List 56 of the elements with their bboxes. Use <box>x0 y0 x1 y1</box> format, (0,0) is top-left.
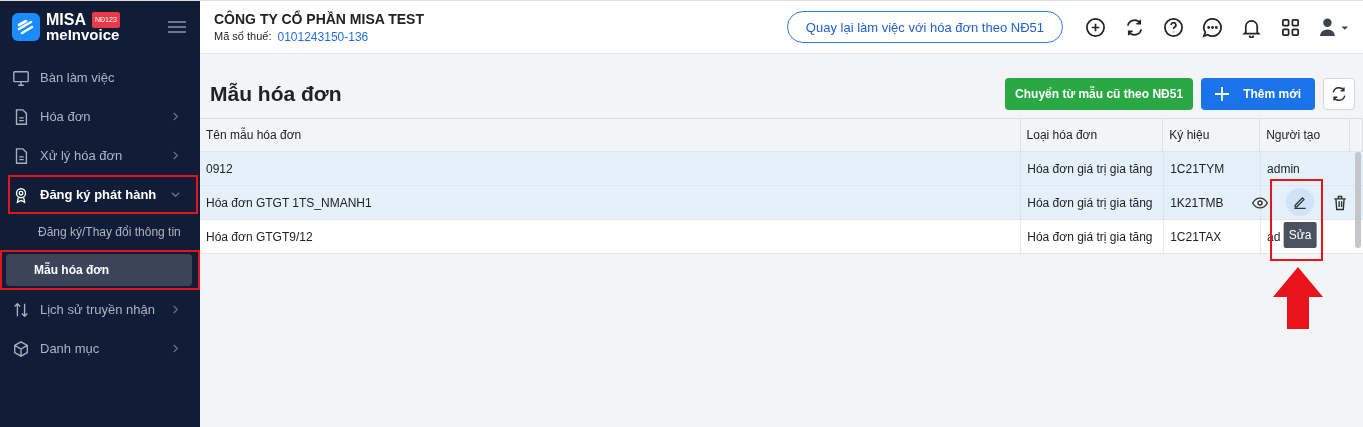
tax-code: 0101243150-136 <box>277 29 369 44</box>
chevron-icon <box>171 112 180 121</box>
table-cell: Hóa đơn giá trị gia tăng <box>1027 195 1153 210</box>
sidebar-subitem[interactable]: Mẫu hóa đơn <box>6 254 192 286</box>
plus-icon <box>1215 87 1230 101</box>
sidebar-item[interactable]: Xử lý hóa đơn <box>0 136 198 175</box>
company-name: CÔNG TY CỔ PHẦN MISA TEST <box>214 10 424 27</box>
menu-icon[interactable] <box>168 21 186 33</box>
column-header: Loại hóa đơn <box>1020 119 1164 151</box>
table-cell: Hóa đơn giá trị gia tăng <box>1027 229 1153 244</box>
logo-icon <box>12 13 40 41</box>
table-cell: Hóa đơn giá trị gia tăng <box>1027 161 1153 176</box>
sidebar-item[interactable]: Lịch sử truyền nhận <box>0 290 198 329</box>
tooltip: Sửa <box>1283 222 1317 248</box>
apps-icon[interactable] <box>1280 16 1301 38</box>
product-name: meInvoice <box>46 28 120 42</box>
chevron-icon <box>171 305 180 314</box>
chat-icon[interactable] <box>1202 16 1223 38</box>
nav-icon <box>12 300 30 319</box>
add-icon[interactable] <box>1085 16 1106 38</box>
annotation-arrow <box>1273 267 1323 329</box>
table-cell: 1K21TMB <box>1170 195 1224 210</box>
column-header: Tên mẫu hóa đơn <box>200 119 1021 151</box>
refresh-icon <box>1330 84 1348 104</box>
refresh-button[interactable] <box>1323 78 1355 110</box>
table-cell: 1C21TYM <box>1170 161 1225 176</box>
nav-icon <box>12 68 30 87</box>
sidebar-item[interactable]: Danh mục <box>0 329 198 368</box>
pencil-icon <box>1292 194 1308 210</box>
sidebar-item[interactable]: Bàn làm việc <box>0 58 198 97</box>
chevron-icon <box>171 344 180 353</box>
brand-name: MISA <box>46 13 86 27</box>
sidebar-item[interactable]: Hóa đơn <box>0 97 198 136</box>
add-button[interactable]: Thêm mới <box>1201 78 1315 110</box>
table-cell: 0912 <box>206 161 233 176</box>
sidebar-item[interactable]: Đăng ký phát hành <box>8 175 198 214</box>
back-button[interactable]: Quay lại làm việc với hóa đơn theo NĐ51 <box>786 11 1063 43</box>
page-title: Mẫu hóa đơn <box>210 82 342 106</box>
table-cell: Hóa đơn GTGT9/12 <box>206 229 313 244</box>
table-cell: 1C21TAX <box>1170 229 1222 244</box>
table-cell: Hóa đơn GTGT 1TS_NMANH1 <box>206 195 372 210</box>
table-row[interactable]: 0912 Hóa đơn giá trị gia tăng 1C21TYM admin <box>200 152 1363 186</box>
chevron-icon <box>171 151 180 160</box>
chevron-icon <box>171 190 180 199</box>
edit-button[interactable] <box>1286 188 1314 216</box>
scrollbar[interactable] <box>1355 152 1361 248</box>
nav-icon <box>12 339 30 358</box>
help-icon[interactable] <box>1163 16 1184 38</box>
table-cell: admin <box>1267 161 1300 176</box>
delete-icon[interactable] <box>1331 193 1349 212</box>
column-header: Ký hiệu <box>1163 119 1261 151</box>
sidebar-subitem[interactable]: Đăng ký/Thay đổi thông tin <box>8 216 192 248</box>
column-header: Người tạo <box>1260 119 1350 151</box>
tax-label: Mã số thuế: <box>214 29 272 44</box>
user-icon[interactable] <box>1319 16 1349 38</box>
refresh-icon[interactable] <box>1124 16 1145 38</box>
